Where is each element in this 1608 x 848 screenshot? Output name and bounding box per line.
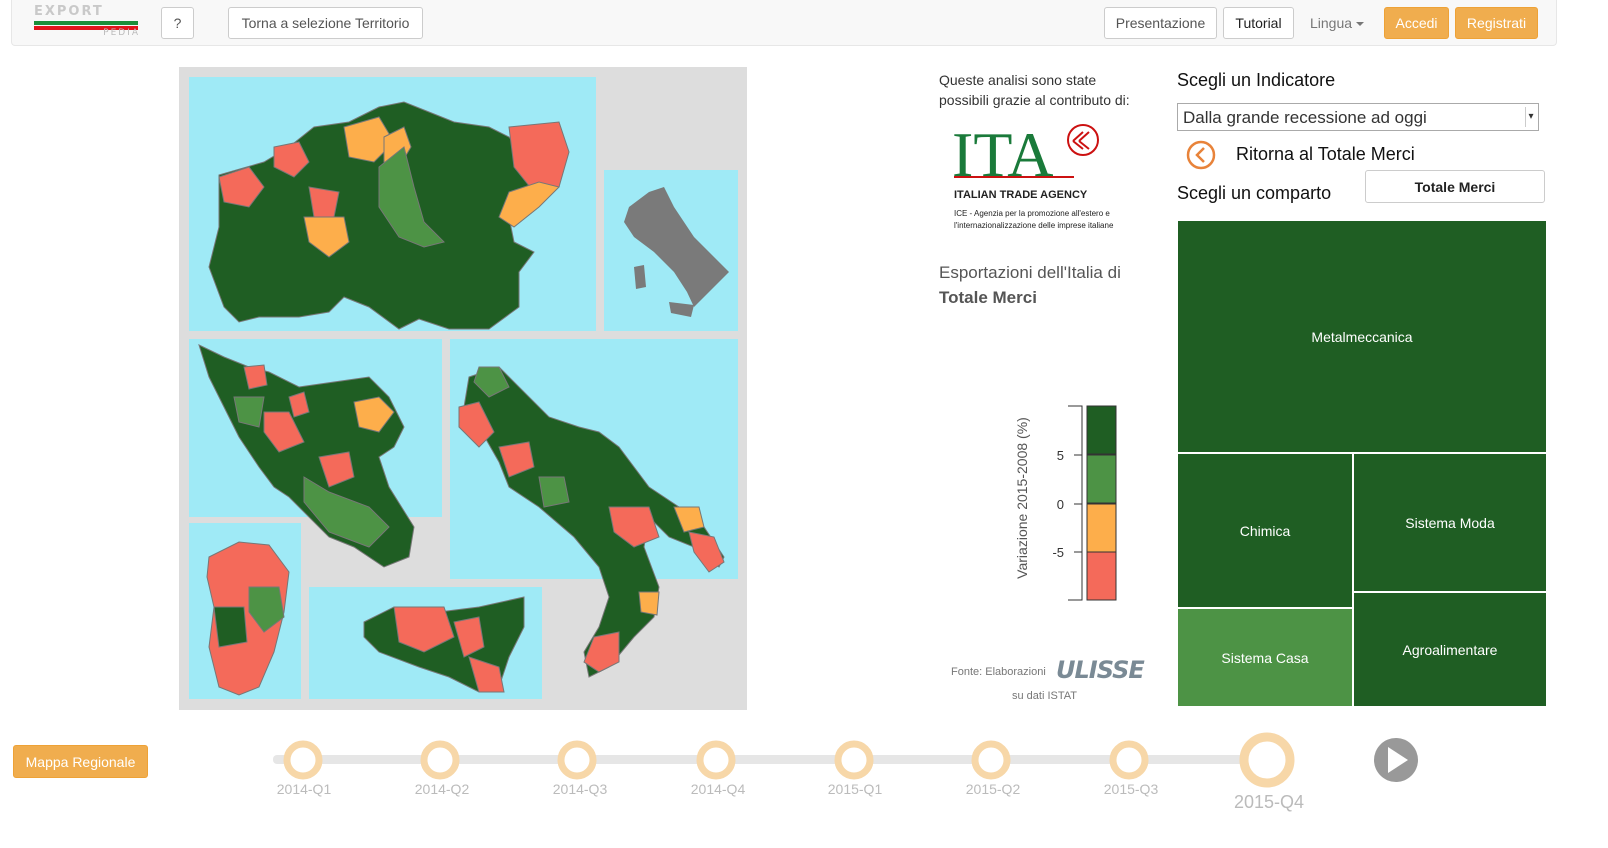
ita-arrow-strokes: [1072, 131, 1090, 150]
color-legend: Variazione 2015-2008 (%) 5 0 -5: [1006, 398, 1126, 608]
ita-ice-line1: ICE - Agenzia per la promozione all'este…: [954, 209, 1110, 218]
map-svg: [189, 77, 738, 699]
quarter-label: 2014-Q1: [277, 781, 332, 797]
legend-svg: Variazione 2015-2008 (%) 5 0 -5: [1014, 405, 1117, 601]
indicator-title: Scegli un Indicatore: [1177, 70, 1336, 90]
ita-red-line: [954, 176, 1074, 178]
timeline-quarter[interactable]: 2014-Q4: [691, 740, 746, 797]
region-sardinia-2[interactable]: [213, 606, 248, 648]
quarter-label-active: 2015-Q4: [1234, 792, 1304, 812]
ita-agency: ITALIAN TRADE AGENCY: [954, 189, 1088, 201]
credit-text: Queste analisi sono state possibili graz…: [939, 72, 1130, 108]
treemap-tile-sistema-moda[interactable]: Sistema Moda: [1353, 453, 1547, 592]
territory-button[interactable]: Torna a selezione Territorio: [228, 7, 423, 39]
ulisse-logo: ULISSE: [1056, 656, 1145, 684]
indicator-selected: Dalla grande recessione ad oggi: [1183, 108, 1427, 127]
back-circle-icon[interactable]: [1186, 140, 1216, 170]
registrati-button[interactable]: Registrati: [1455, 7, 1538, 39]
region-south-8[interactable]: [638, 591, 660, 616]
legend-tick-label: 5: [1057, 448, 1064, 463]
inset-sardinia: [634, 265, 646, 289]
caret-down-icon: [1356, 22, 1365, 27]
ita-big-text: ITA: [952, 120, 1054, 190]
treemap-tile-metalmeccanica[interactable]: Metalmeccanica: [1177, 220, 1547, 453]
logo-top-text: EXPORT: [34, 4, 104, 19]
quarter-timeline: 2014-Q1 2014-Q2 2014-Q3 2014-Q4 2015-Q1 …: [0, 725, 1608, 843]
help-button[interactable]: ?: [161, 7, 194, 39]
timeline-quarter[interactable]: 2014-Q2: [415, 740, 470, 797]
quarter-label: 2015-Q3: [1104, 781, 1159, 797]
timeline-quarter[interactable]: 2015-Q1: [828, 740, 883, 797]
fonte-prefix: Fonte: Elaborazioni: [951, 666, 1046, 678]
lingua-label: Lingua: [1310, 15, 1353, 31]
legend-swatch: [1086, 405, 1117, 455]
legend-swatch: [1086, 503, 1117, 553]
quarter-label: 2015-Q2: [966, 781, 1021, 797]
tutorial-button[interactable]: Tutorial: [1223, 7, 1294, 39]
export-title: Esportazioni dell'Italia di Totale Merci: [939, 260, 1121, 310]
timeline-quarter[interactable]: 2015-Q3: [1104, 740, 1159, 797]
legend-swatch: [1086, 454, 1117, 504]
timeline-quarter[interactable]: 2014-Q3: [553, 740, 608, 797]
presentazione-button[interactable]: Presentazione: [1104, 7, 1217, 39]
sector-treemap: Metalmeccanica Chimica Sistema Moda Sist…: [1177, 220, 1547, 707]
region-south-9[interactable]: [583, 631, 620, 673]
legend-axis-line: [1068, 405, 1083, 601]
ita-logo[interactable]: ITA ITALIAN TRADE AGENCY ICE - Agenzia p…: [952, 119, 1152, 235]
exportpedia-logo[interactable]: EXPORT PEDIA: [34, 4, 140, 40]
timeline-svg: 2014-Q1 2014-Q2 2014-Q3 2014-Q4 2015-Q1 …: [273, 732, 1418, 812]
fonte-note: Fonte: Elaborazioni ULISSE su dati ISTAT: [951, 656, 1145, 705]
ita-ice-line2: l'internazionalizzazione delle imprese i…: [954, 221, 1114, 230]
treemap-tile-chimica[interactable]: Chimica: [1177, 453, 1353, 608]
quarter-label: 2014-Q3: [553, 781, 608, 797]
logo-bottom-text: PEDIA: [103, 28, 140, 38]
comparto-title: Scegli un comparto: [1177, 183, 1332, 203]
timeline-quarter[interactable]: 2015-Q2: [966, 740, 1021, 797]
select-arrow-icon: ▾: [1525, 107, 1536, 127]
italy-choropleth-map: [179, 67, 747, 710]
quarter-label: 2015-Q1: [828, 781, 883, 797]
ita-arrow-icon: [1067, 124, 1099, 156]
timeline-quarter-active[interactable]: 2015-Q4: [1234, 732, 1304, 812]
ita-logo-svg: ITA ITALIAN TRADE AGENCY ICE - Agenzia p…: [952, 119, 1114, 230]
lingua-dropdown[interactable]: Lingua: [1310, 15, 1365, 31]
timeline-quarter[interactable]: 2014-Q1: [277, 740, 332, 797]
quarter-label: 2014-Q4: [691, 781, 746, 797]
logo-green-bar: [34, 21, 138, 25]
export-title-line1: Esportazioni dell'Italia di: [939, 263, 1121, 282]
fonte-suffix: su dati ISTAT: [1012, 690, 1078, 702]
back-to-total-link[interactable]: Ritorna al Totale Merci: [1236, 144, 1415, 165]
treemap-tile-sistema-casa[interactable]: Sistema Casa: [1177, 608, 1353, 707]
accedi-button[interactable]: Accedi: [1384, 7, 1449, 39]
play-icon[interactable]: [1374, 738, 1418, 782]
legend-axis-label: Variazione 2015-2008 (%): [1014, 417, 1030, 579]
legend-tick-label: -5: [1052, 545, 1064, 560]
legend-tick-label: 0: [1057, 497, 1064, 512]
treemap-tile-agroalimentare[interactable]: Agroalimentare: [1353, 592, 1547, 707]
region-north-5[interactable]: [308, 186, 340, 218]
export-title-line2: Totale Merci: [939, 288, 1037, 307]
comparto-button[interactable]: Totale Merci: [1365, 170, 1545, 203]
back-icon-svg: [1186, 140, 1216, 170]
timeline-quarters: 2014-Q1 2014-Q2 2014-Q3 2014-Q4 2015-Q1 …: [277, 732, 1304, 812]
legend-swatch: [1086, 551, 1117, 601]
quarter-label: 2014-Q2: [415, 781, 470, 797]
region-south-4[interactable]: [538, 476, 570, 508]
indicator-select[interactable]: Dalla grande recessione ad oggi ▾: [1177, 103, 1539, 131]
